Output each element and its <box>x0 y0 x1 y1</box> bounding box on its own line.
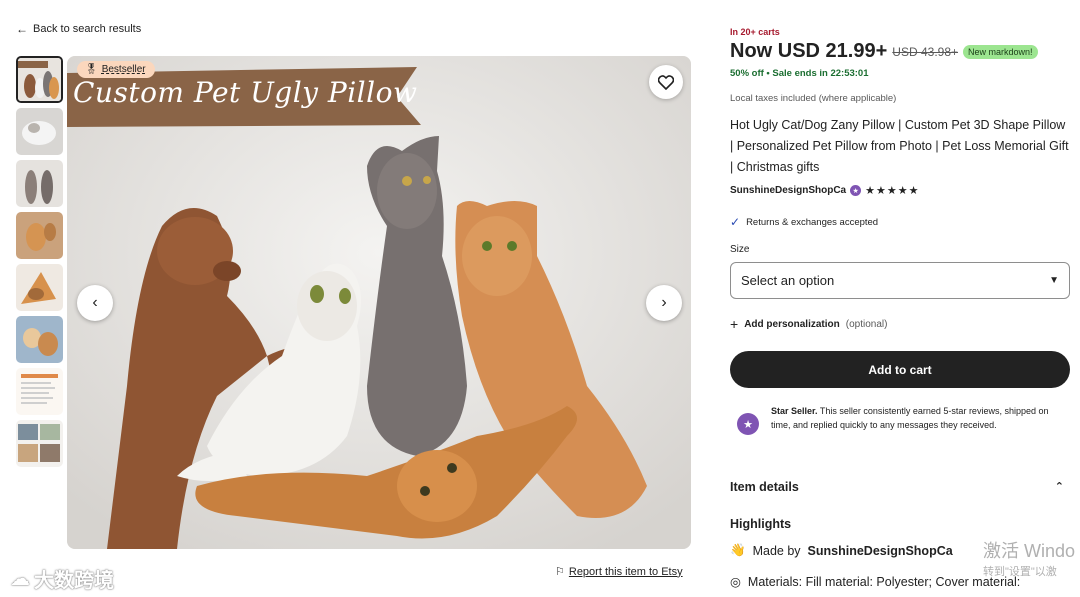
item-details-label: Item details <box>730 480 799 494</box>
product-title: Hot Ugly Cat/Dog Zany Pillow | Custom Pe… <box>730 118 1069 174</box>
made-by-shop: SunshineDesignShopCa <box>807 543 953 558</box>
original-price: USD 43.98+ <box>892 44 959 59</box>
flag-icon: ⚐ <box>555 566 565 578</box>
current-price: Now USD 21.99+ <box>730 40 888 62</box>
materials-icon: ◎ <box>730 575 741 589</box>
add-personalization-button[interactable]: + Add personalization (optional) <box>730 316 887 332</box>
watermark-logo-text: 大数跨境 <box>34 570 114 592</box>
size-select[interactable]: Select an option ▼ <box>730 262 1070 299</box>
caret-down-icon: ▼ <box>1049 275 1059 286</box>
thumbnail-6[interactable] <box>16 316 63 363</box>
size-select-value: Select an option <box>741 273 835 288</box>
thumbnail-1[interactable] <box>16 56 63 103</box>
report-item-label: Report this item to Etsy <box>568 565 683 578</box>
chevron-left-icon: ‹ <box>92 294 98 311</box>
back-to-search-link[interactable]: ← Back to search results <box>16 22 141 36</box>
size-label: Size <box>730 244 750 255</box>
next-image-button[interactable]: › <box>646 285 682 321</box>
star-seller-title: Star Seller. <box>771 406 818 416</box>
made-by-prefix: Made by <box>752 543 801 558</box>
award-icon: 🎖 <box>85 64 98 75</box>
returns-label: Returns & exchanges accepted <box>746 216 879 228</box>
thumbnail-7[interactable] <box>16 368 63 415</box>
price-row: Now USD 21.99+ USD 43.98+ New markdown! <box>730 40 1038 63</box>
hand-wave-icon: 👋 <box>730 543 746 557</box>
sale-info: 50% off • Sale ends in 22:53:01 <box>730 68 869 79</box>
item-details-toggle[interactable]: Item details ⌃ <box>730 480 1070 494</box>
product-banner-text: Custom Pet Ugly Pillow <box>73 76 418 109</box>
thumbnail-4[interactable] <box>16 212 63 259</box>
personalization-label: Add personalization <box>744 318 840 330</box>
cloud-logo-icon: ☁ <box>10 568 30 590</box>
bestseller-badge: 🎖 Bestseller <box>77 61 155 78</box>
heart-icon <box>658 74 674 90</box>
star-seller-icon: ★ <box>850 185 862 196</box>
thumbnail-strip <box>16 56 64 472</box>
rating-stars[interactable]: ★★★★★ <box>865 184 919 197</box>
star-seller-badge-icon: ★ <box>737 413 759 435</box>
materials-highlight: ◎ Materials: Fill material: Polyester; C… <box>730 574 1021 590</box>
personalization-optional: (optional) <box>845 318 888 330</box>
favorite-button[interactable] <box>649 65 683 99</box>
thumbnail-3[interactable] <box>16 160 63 207</box>
materials-text: Materials: Fill material: Polyester; Cov… <box>747 574 1021 589</box>
add-to-cart-button[interactable]: Add to cart <box>730 351 1070 388</box>
star-seller-text: Star Seller. This seller consistently ea… <box>771 404 1069 435</box>
back-link-label: Back to search results <box>33 23 142 35</box>
bestseller-label: Bestseller <box>101 64 146 75</box>
windows-activation-subtitle: 转到"设置"以激 <box>983 566 1057 578</box>
thumbnail-2[interactable] <box>16 108 63 155</box>
thumbnail-8[interactable] <box>16 420 63 467</box>
previous-image-button[interactable]: ‹ <box>77 285 113 321</box>
checkmark-icon: ✓ <box>730 215 741 229</box>
made-by-highlight: 👋 Made by SunshineDesignShopCa <box>730 543 953 558</box>
plus-icon: + <box>730 316 739 332</box>
report-item-link[interactable]: ⚐ Report this item to Etsy <box>555 565 683 579</box>
shop-name-link[interactable]: SunshineDesignShopCa <box>730 185 846 196</box>
windows-activation-title: 激活 Windo <box>983 541 1076 561</box>
taxes-note: Local taxes included (where applicable) <box>730 93 897 104</box>
highlights-heading: Highlights <box>730 517 792 531</box>
carts-count: In 20+ carts <box>730 27 780 37</box>
star-seller-info: ★ Star Seller. This seller consistently … <box>730 404 1069 435</box>
chevron-up-icon: ⌃ <box>1054 481 1064 493</box>
arrow-left-icon: ← <box>16 22 28 36</box>
returns-policy: ✓ Returns & exchanges accepted <box>730 215 878 229</box>
markdown-badge: New markdown! <box>963 44 1038 59</box>
watermark-logo: ☁ 大数跨境 <box>10 564 114 593</box>
chevron-right-icon: › <box>661 294 667 311</box>
main-product-image <box>67 56 691 549</box>
thumbnail-5[interactable] <box>16 264 63 311</box>
shop-row: SunshineDesignShopCa ★ ★★★★★ <box>730 184 919 197</box>
